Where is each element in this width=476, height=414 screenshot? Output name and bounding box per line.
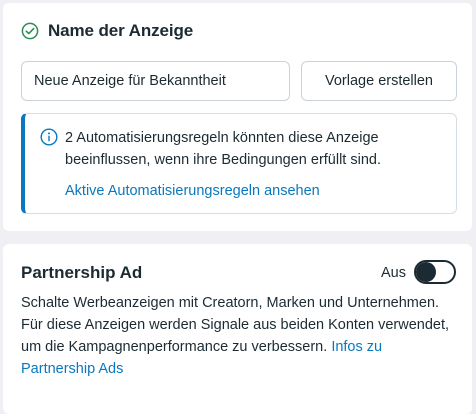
view-automation-rules-link[interactable]: Aktive Automatisierungsregeln ansehen xyxy=(65,180,320,202)
partnership-ad-description: Schalte Werbeanzeigen mit Creatorn, Mark… xyxy=(21,292,457,380)
info-icon xyxy=(40,128,58,146)
partnership-ad-toggle[interactable] xyxy=(414,260,456,284)
partnership-ad-title: Partnership Ad xyxy=(21,263,143,282)
toggle-knob xyxy=(416,262,436,282)
ad-name-card: Name der Anzeige Vorlage erstellen 2 Aut… xyxy=(3,3,472,231)
ad-name-title: Name der Anzeige xyxy=(48,21,194,40)
check-circle-icon xyxy=(21,22,39,40)
automation-rules-text: 2 Automatisierungsregeln könnten diese A… xyxy=(65,130,381,168)
ad-name-header: Name der Anzeige xyxy=(21,21,193,41)
ad-name-input[interactable] xyxy=(21,61,290,101)
partnership-description-text: Schalte Werbeanzeigen mit Creatorn, Mark… xyxy=(21,295,450,355)
partnership-ad-card: Partnership Ad Aus Schalte Werbeanzeigen… xyxy=(3,244,472,414)
partnership-toggle-label: Aus xyxy=(381,265,406,281)
automation-rules-notice: 2 Automatisierungsregeln könnten diese A… xyxy=(21,113,457,214)
create-template-button[interactable]: Vorlage erstellen xyxy=(301,61,457,101)
